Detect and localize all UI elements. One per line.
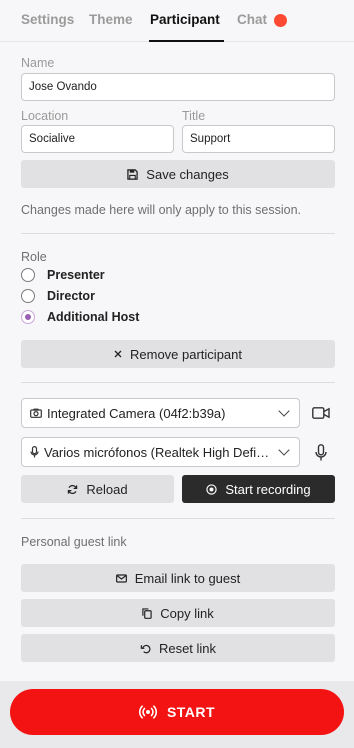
role-label: Role <box>21 250 47 264</box>
microphone-icon[interactable] <box>311 442 331 462</box>
close-icon <box>114 350 122 358</box>
start-recording-button[interactable]: Start recording <box>182 475 335 503</box>
save-changes-button[interactable]: Save changes <box>21 160 335 188</box>
camera-select-value: Integrated Camera (04f2:b39a) <box>47 405 226 421</box>
camera-icon <box>30 408 42 418</box>
save-icon <box>127 168 139 180</box>
tab-chat[interactable]: Chat <box>237 12 267 27</box>
divider <box>21 233 335 234</box>
copy-link-button[interactable]: Copy link <box>21 599 335 627</box>
microphone-select-value: Varios micrófonos (Realtek High Definiti… <box>44 444 270 460</box>
participant-panel: Settings Theme Participant Chat Name Loc… <box>0 0 354 681</box>
role-option-additional-host[interactable]: Additional Host <box>21 310 139 324</box>
start-button[interactable]: START <box>10 689 344 735</box>
email-icon <box>115 573 127 583</box>
refresh-icon <box>67 484 78 495</box>
reload-label: Reload <box>86 481 128 497</box>
tab-participant[interactable]: Participant <box>150 12 220 27</box>
email-link-label: Email link to guest <box>134 570 241 586</box>
divider <box>21 382 335 383</box>
tab-settings[interactable]: Settings <box>21 12 74 27</box>
role-option-presenter[interactable]: Presenter <box>21 268 105 282</box>
camera-select[interactable]: Integrated Camera (04f2:b39a) <box>21 398 300 428</box>
video-camera-icon[interactable] <box>311 403 331 423</box>
radio-director[interactable] <box>21 289 35 303</box>
copy-icon <box>142 607 152 619</box>
reload-button[interactable]: Reload <box>21 475 174 503</box>
role-presenter-label: Presenter <box>47 268 105 282</box>
broadcast-icon <box>138 703 157 721</box>
divider <box>21 518 335 519</box>
chevron-down-icon <box>278 405 290 417</box>
title-label: Title <box>182 109 206 123</box>
role-option-director[interactable]: Director <box>21 289 95 303</box>
role-additional-host-label: Additional Host <box>47 310 140 324</box>
name-label: Name <box>21 56 55 70</box>
chevron-down-icon <box>278 444 290 456</box>
reset-link-label: Reset link <box>158 640 217 656</box>
title-input[interactable] <box>182 125 335 153</box>
name-input[interactable] <box>21 73 335 101</box>
microphone-select[interactable]: Varios micrófonos (Realtek High Definiti… <box>21 437 300 467</box>
radio-presenter[interactable] <box>21 268 35 282</box>
remove-participant-label: Remove participant <box>130 346 242 362</box>
chat-notification-badge <box>274 14 287 27</box>
active-tab-indicator <box>149 40 224 42</box>
remove-participant-button[interactable]: Remove participant <box>21 340 335 368</box>
reset-link-button[interactable]: Reset link <box>21 634 335 662</box>
email-link-button[interactable]: Email link to guest <box>21 564 335 592</box>
undo-icon <box>140 643 151 654</box>
session-note: Changes made here will only apply to thi… <box>21 203 302 217</box>
start-label: START <box>166 704 216 720</box>
footer: START <box>0 681 354 748</box>
location-input[interactable] <box>21 125 174 153</box>
start-recording-label: Start recording <box>225 481 311 497</box>
radio-additional-host[interactable] <box>21 310 35 324</box>
role-director-label: Director <box>47 289 95 303</box>
copy-link-label: Copy link <box>160 605 214 621</box>
tab-theme[interactable]: Theme <box>89 12 133 27</box>
guest-link-label: Personal guest link <box>21 535 127 549</box>
tab-bar: Settings Theme Participant Chat <box>0 0 354 42</box>
mic-icon <box>30 446 39 458</box>
save-changes-label: Save changes <box>146 166 229 182</box>
location-label: Location <box>21 109 69 123</box>
record-icon <box>206 483 218 495</box>
